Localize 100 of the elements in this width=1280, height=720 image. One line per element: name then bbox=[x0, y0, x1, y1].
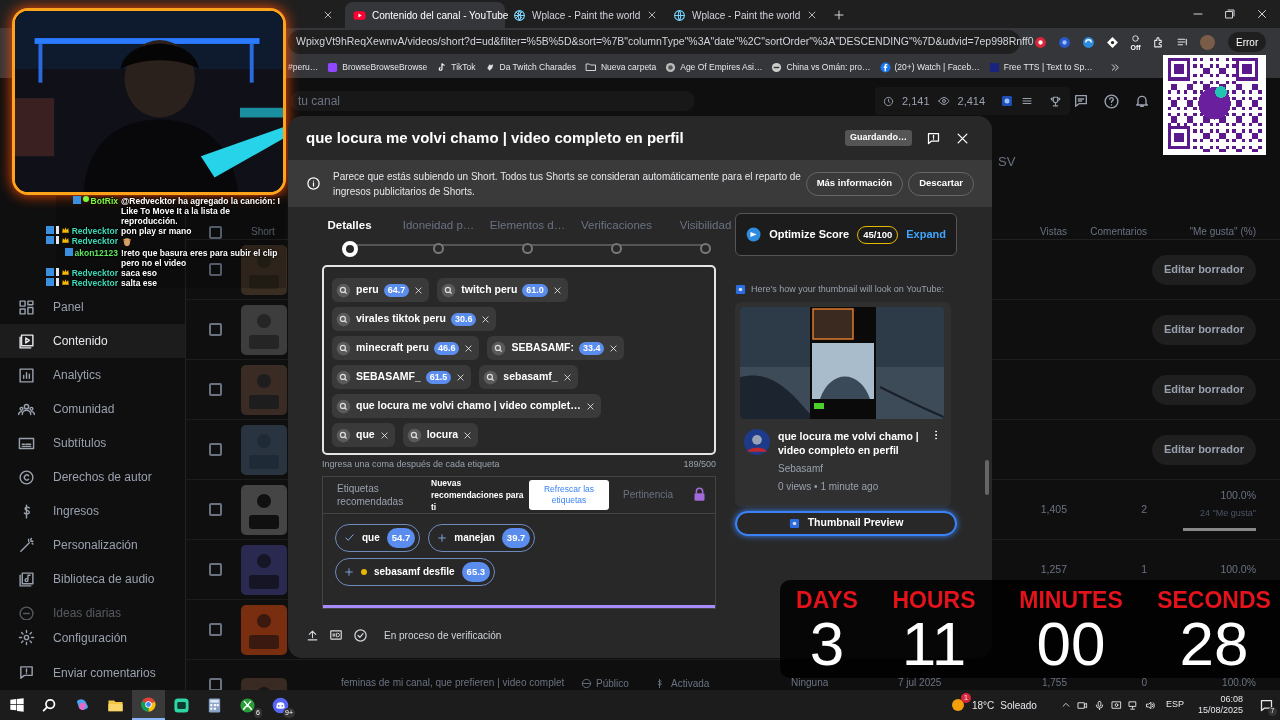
edit-draft-button[interactable]: Editar borrador bbox=[1151, 254, 1256, 285]
scrollbar-thumb[interactable] bbox=[985, 460, 989, 495]
tag-chip[interactable]: sebasamf_ bbox=[479, 365, 578, 389]
restore-icon[interactable] bbox=[1224, 8, 1236, 20]
sidebar-item[interactable]: Enviar comentarios bbox=[0, 655, 185, 690]
bookmark[interactable]: TikTok bbox=[436, 60, 476, 74]
video-meta: 0 views • 1 minute ago bbox=[778, 479, 880, 494]
remove-icon[interactable] bbox=[562, 372, 572, 382]
bookmark[interactable]: #peru… bbox=[288, 60, 319, 74]
step-tab[interactable]: Detalles bbox=[305, 217, 394, 259]
tag-chip[interactable]: SEBASAMF: 33.4 bbox=[487, 336, 625, 360]
trophy-icon[interactable] bbox=[1049, 94, 1063, 108]
edit-draft-button[interactable]: Editar borrador bbox=[1151, 314, 1256, 345]
tag-label: virales tiktok peru bbox=[356, 311, 446, 327]
extension-icon[interactable] bbox=[1001, 95, 1014, 107]
expand-link[interactable]: Expand bbox=[906, 226, 946, 243]
sidebar-item[interactable]: Contenido bbox=[0, 324, 185, 358]
edit-draft-button[interactable]: Editar borrador bbox=[1151, 374, 1256, 405]
stat-value: 2,414 bbox=[957, 93, 986, 109]
close-icon[interactable] bbox=[323, 10, 333, 20]
bookmark[interactable]: Age Of Empires Asi… bbox=[665, 60, 763, 74]
feedback-icon[interactable] bbox=[926, 130, 941, 146]
feedback-icon[interactable] bbox=[1073, 93, 1089, 109]
bookmark[interactable]: (20+) Watch | Faceb… bbox=[879, 60, 980, 74]
language-indicator[interactable]: ESP bbox=[1165, 698, 1184, 712]
close-icon[interactable] bbox=[1256, 8, 1268, 20]
sidebar-item[interactable]: Subtítulos bbox=[0, 426, 185, 460]
puzzle-icon[interactable] bbox=[1152, 35, 1165, 49]
bookmark[interactable]: BrowseBrowseBrowse bbox=[327, 60, 428, 74]
record-extension-icon[interactable] bbox=[1034, 35, 1047, 49]
chevron-up-icon[interactable] bbox=[1060, 700, 1071, 710]
tags-field[interactable]: peru 64.7 twitch peru 61.0 virales tiktok peru 30.6 minecraft peru 46.6 SEBASAMF: 33.4 SEBASAMF_ 61.5 sebasamf_ que locura me volvi chamo | video complet… que locura bbox=[322, 265, 716, 455]
remove-icon[interactable] bbox=[609, 343, 619, 353]
tag-chip[interactable]: twitch peru 61.0 bbox=[437, 278, 568, 302]
sidebar-item[interactable]: Ingresos bbox=[0, 494, 185, 528]
tag-chip[interactable]: minecraft peru 46.6 bbox=[332, 336, 480, 360]
notification-icon[interactable] bbox=[1259, 697, 1274, 713]
clock[interactable]: 06:08 15/08/2025 bbox=[1197, 694, 1243, 716]
bookmark[interactable]: Free TTS | Text to Sp… bbox=[988, 60, 1093, 74]
help-icon[interactable] bbox=[1103, 92, 1120, 110]
remove-icon[interactable] bbox=[456, 372, 466, 382]
close-icon[interactable] bbox=[807, 10, 817, 20]
edit-draft-button[interactable]: Editar borrador bbox=[1151, 434, 1256, 465]
remove-icon[interactable] bbox=[481, 314, 491, 324]
checkbox[interactable] bbox=[209, 323, 222, 336]
swirl-extension-icon[interactable] bbox=[1082, 35, 1095, 49]
tag-label: que bbox=[362, 531, 380, 545]
speaker-icon[interactable] bbox=[1144, 699, 1156, 711]
close-icon[interactable] bbox=[647, 10, 657, 20]
diamond-extension-icon[interactable] bbox=[1106, 35, 1119, 49]
tag-chip[interactable]: locura bbox=[402, 423, 479, 447]
thumbnail-preview-button[interactable]: Thumbnail Preview bbox=[735, 510, 957, 536]
remove-icon[interactable] bbox=[379, 430, 389, 440]
target-extension-icon[interactable] bbox=[1058, 35, 1071, 49]
sidebar-item[interactable]: Analytics bbox=[0, 358, 185, 392]
recommendation-tab[interactable]: Etiquetas recomendadas bbox=[323, 481, 431, 508]
network-icon[interactable] bbox=[1127, 699, 1139, 711]
checkbox[interactable] bbox=[209, 563, 222, 576]
extension-icon[interactable] bbox=[1130, 33, 1141, 44]
checkbox[interactable] bbox=[209, 226, 222, 239]
remove-icon[interactable] bbox=[552, 285, 562, 295]
recommendation-tab[interactable]: Nuevas recomendaciones para ti bbox=[431, 476, 529, 513]
bell-icon[interactable] bbox=[1134, 93, 1150, 109]
visibility-text: Público bbox=[596, 678, 629, 689]
remove-icon[interactable] bbox=[464, 343, 474, 353]
taskbar-button[interactable] bbox=[132, 690, 165, 720]
sidebar-item[interactable]: Biblioteca de audio bbox=[0, 562, 185, 596]
browser-tab[interactable]: Wplace - Paint the world bbox=[665, 2, 825, 28]
checkbox[interactable] bbox=[209, 623, 222, 636]
sidebar-item[interactable]: Comunidad bbox=[0, 392, 185, 426]
search-field[interactable]: tu canal bbox=[290, 91, 695, 111]
likes-percent: 100.0% bbox=[1220, 561, 1256, 577]
list-icon[interactable] bbox=[1021, 95, 1034, 107]
bookmark[interactable]: Nueva carpeta bbox=[584, 60, 657, 74]
checkbox[interactable] bbox=[209, 383, 222, 396]
views-count: 1,257 bbox=[1040, 562, 1067, 575]
camera-icon[interactable] bbox=[1076, 699, 1088, 711]
sidebar-item[interactable]: Personalización bbox=[0, 528, 185, 562]
sidebar-item[interactable]: Configuración bbox=[0, 620, 185, 655]
capture-icon[interactable] bbox=[1110, 699, 1122, 711]
profile-button[interactable]: Error bbox=[1228, 32, 1267, 52]
bookmark[interactable]: Da Twitch Charades bbox=[484, 60, 576, 74]
remove-icon[interactable] bbox=[463, 430, 473, 440]
checkbox[interactable] bbox=[209, 503, 222, 516]
tag-chip[interactable]: peru 64.7 bbox=[332, 278, 430, 302]
tag-chip[interactable]: que bbox=[332, 423, 395, 447]
more-bookmarks-icon[interactable] bbox=[1109, 61, 1121, 73]
checkbox[interactable] bbox=[209, 443, 222, 456]
sidebar-item[interactable]: Panel bbox=[0, 290, 185, 324]
remove-icon[interactable] bbox=[414, 285, 424, 295]
checkbox[interactable] bbox=[209, 263, 222, 276]
microphone-icon[interactable] bbox=[1093, 699, 1105, 711]
tag-chip[interactable]: virales tiktok peru 30.6 bbox=[332, 307, 497, 331]
remove-icon[interactable] bbox=[585, 401, 595, 411]
plus-icon[interactable] bbox=[833, 9, 845, 21]
tag-chip[interactable]: SEBASAMF_ 61.5 bbox=[332, 365, 472, 389]
bookmark[interactable]: China vs Omán: pro… bbox=[771, 60, 871, 74]
tag-chip[interactable]: que locura me volvi chamo | video complet… bbox=[332, 394, 601, 418]
refresh-button[interactable]: Refrescar las etiquetas bbox=[529, 479, 609, 510]
sidebar-item[interactable]: Derechos de autor bbox=[0, 460, 185, 494]
